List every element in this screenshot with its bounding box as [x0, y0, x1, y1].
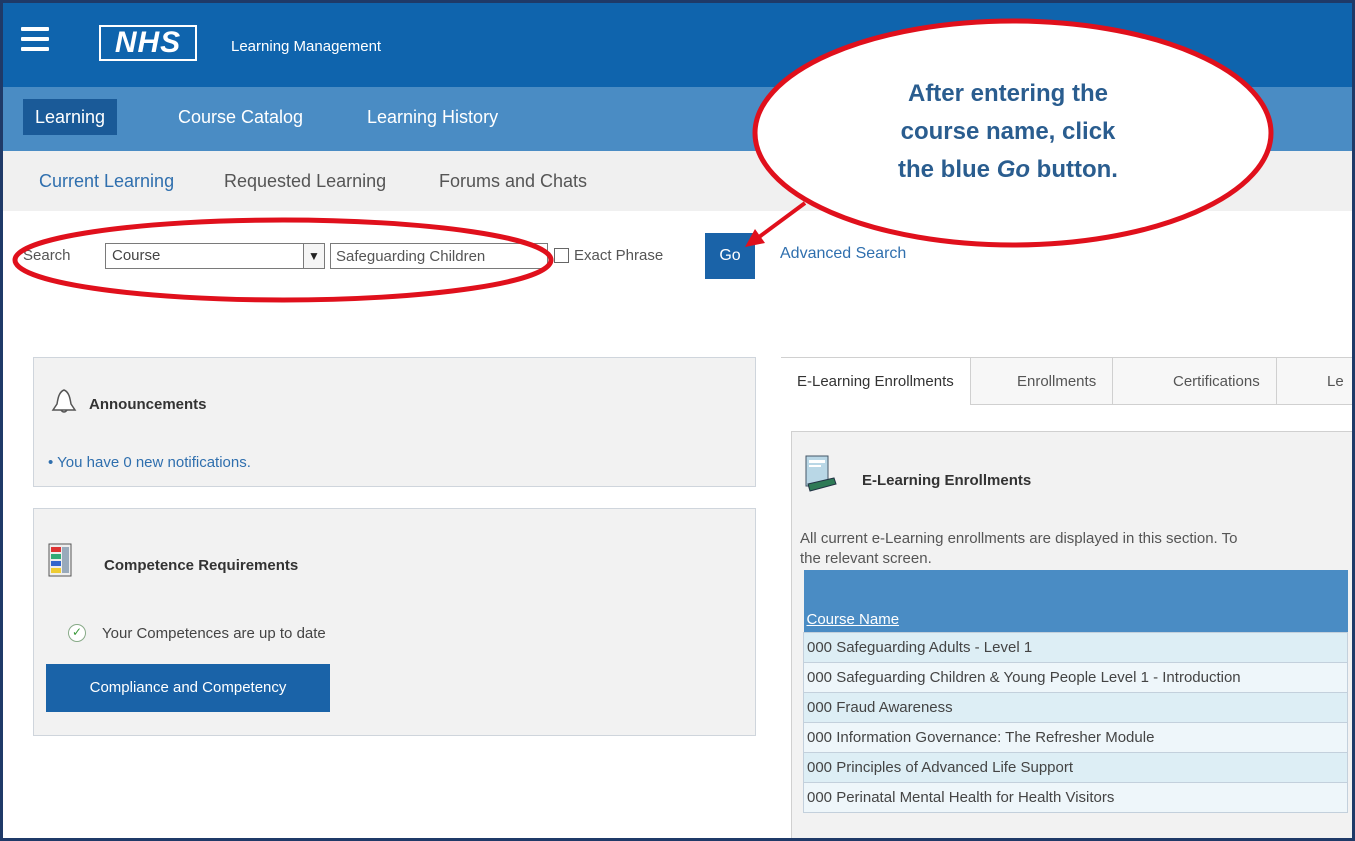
announcements-title: Announcements: [89, 396, 207, 413]
checklist-icon: [48, 543, 72, 577]
callout-line-3: the blue Go button.: [783, 151, 1233, 189]
table-row[interactable]: 000 Principles of Advanced Life Support: [803, 751, 1348, 783]
nav-tab-learning[interactable]: Learning: [23, 99, 118, 135]
elearning-title: E-Learning Enrollments: [862, 472, 1032, 489]
callout-line-1: After entering the: [907, 80, 1108, 107]
app-window: NHS Learning Management Learning Course …: [0, 0, 1355, 841]
table-row[interactable]: 000 Information Governance: The Refreshe…: [803, 721, 1348, 753]
search-type-value: Course: [112, 247, 161, 264]
description-line-2: the relevant screen.: [800, 550, 932, 567]
nav-tab-course-catalog[interactable]: Course Catalog: [166, 99, 315, 135]
competence-status: Your Competences are up to date: [102, 625, 326, 642]
course-name-cell[interactable]: 000 Information Governance: The Refreshe…: [803, 721, 1348, 753]
competence-title: Competence Requirements: [104, 557, 299, 574]
announcements-panel: Announcements • You have 0 new notificat…: [33, 357, 756, 487]
subnav-forums-and-chats[interactable]: Forums and Chats: [439, 171, 587, 192]
tab-learning-truncated[interactable]: Le: [1311, 358, 1352, 405]
search-bar: Search Course ▼ Exact Phrase Go Advanced…: [3, 233, 1352, 283]
callout-line-3-post: button.: [1030, 156, 1118, 183]
course-name-cell[interactable]: 000 Safeguarding Children & Young People…: [803, 661, 1348, 693]
compliance-competency-button[interactable]: Compliance and Competency: [46, 664, 330, 712]
book-icon: [805, 455, 837, 492]
elearning-description: All current e-Learning enrollments are d…: [800, 529, 1352, 569]
course-name-cell[interactable]: 000 Principles of Advanced Life Support: [803, 751, 1348, 783]
hamburger-menu-icon[interactable]: [21, 27, 49, 51]
go-button[interactable]: Go: [705, 233, 755, 279]
course-table: Course Name 000 Safeguarding Adults - Le…: [803, 570, 1348, 813]
exact-phrase-checkbox[interactable]: [554, 248, 569, 263]
advanced-search-link[interactable]: Advanced Search: [780, 245, 906, 263]
competence-panel: Competence Requirements ✓ Your Competenc…: [33, 508, 756, 736]
app-title: Learning Management: [231, 38, 382, 55]
chevron-down-icon[interactable]: ▼: [303, 243, 325, 269]
elearning-panel: E-Learning Enrollments All current e-Lea…: [791, 431, 1352, 838]
tab-elearning-enrollments[interactable]: E-Learning Enrollments: [781, 358, 971, 405]
subnav-requested-learning[interactable]: Requested Learning: [224, 171, 386, 192]
description-line-1: All current e-Learning enrollments are d…: [800, 530, 1238, 547]
table-header: Course Name: [803, 570, 1348, 632]
enrollment-tabs: E-Learning Enrollments Enrollments Certi…: [781, 357, 1352, 405]
search-type-select[interactable]: Course ▼: [105, 243, 325, 269]
callout-text: After entering the course name, click th…: [783, 75, 1233, 189]
course-name-cell[interactable]: 000 Fraud Awareness: [803, 691, 1348, 723]
callout-line-3-pre: the blue: [898, 156, 997, 183]
table-row[interactable]: 000 Safeguarding Adults - Level 1: [803, 631, 1348, 663]
notification-item[interactable]: • You have 0 new notifications.: [48, 454, 251, 471]
nav-tab-learning-history[interactable]: Learning History: [355, 99, 510, 135]
tab-certifications[interactable]: Certifications: [1157, 358, 1277, 405]
table-row[interactable]: 000 Safeguarding Children & Young People…: [803, 661, 1348, 693]
notification-text: You have 0 new notifications.: [57, 454, 251, 471]
subnav-current-learning[interactable]: Current Learning: [39, 171, 174, 192]
exact-phrase-label: Exact Phrase: [574, 247, 664, 264]
bell-icon: [51, 389, 77, 413]
course-name-cell[interactable]: 000 Safeguarding Adults - Level 1: [803, 631, 1348, 663]
nhs-logo-text: NHS: [101, 27, 195, 59]
course-name-column-header[interactable]: Course Name: [807, 611, 900, 628]
check-circle-icon: ✓: [68, 624, 86, 642]
search-label: Search: [23, 247, 71, 264]
tab-enrollments[interactable]: Enrollments: [1001, 358, 1114, 405]
callout-line-2: course name, click: [900, 118, 1116, 145]
table-row[interactable]: 000 Perinatal Mental Health for Health V…: [803, 781, 1348, 813]
callout-line-3-em: Go: [996, 156, 1031, 183]
table-row[interactable]: 000 Fraud Awareness: [803, 691, 1348, 723]
course-name-cell[interactable]: 000 Perinatal Mental Health for Health V…: [803, 781, 1348, 813]
nhs-logo: NHS: [99, 25, 197, 61]
search-input[interactable]: [330, 243, 548, 269]
